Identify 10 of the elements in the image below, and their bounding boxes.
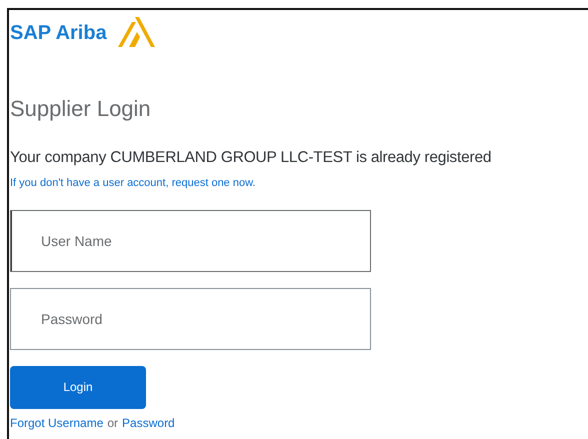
password-field[interactable]: Password (10, 288, 371, 350)
login-button[interactable]: Login (10, 366, 146, 409)
forgot-username-link[interactable]: Forgot Username (10, 416, 104, 429)
forgot-password-link[interactable]: Password (122, 416, 175, 429)
registration-message: Your company CUMBERLAND GROUP LLC-TEST is already registered (10, 148, 492, 168)
logo-text: SAP Ariba (10, 21, 107, 46)
separator-text: or (107, 416, 118, 429)
username-field[interactable]: User Name (10, 210, 371, 272)
request-account-link[interactable]: If you don't have a user account, request one now. (10, 174, 256, 192)
page-title: Supplier Login (10, 96, 152, 122)
